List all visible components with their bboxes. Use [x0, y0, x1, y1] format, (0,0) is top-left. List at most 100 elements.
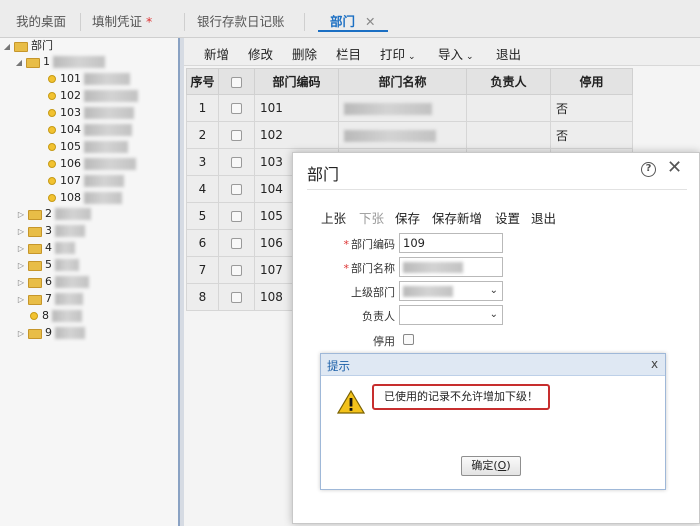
- cell-select[interactable]: [218, 283, 255, 311]
- tree-leaf[interactable]: 107: [48, 173, 124, 189]
- table-row[interactable]: 2 102 否: [186, 121, 633, 149]
- tree-node[interactable]: ▷ 6: [16, 274, 89, 290]
- prev-record-button[interactable]: 上张: [321, 208, 346, 227]
- edit-button[interactable]: 修改: [248, 44, 273, 63]
- cell-select[interactable]: [218, 94, 255, 122]
- dialog-exit-button[interactable]: 退出: [531, 208, 556, 227]
- toolbar: 新增 修改 删除 栏目 打印 ⌄ 导入 ⌄ 退出: [184, 38, 700, 66]
- expand-icon[interactable]: ▷: [16, 275, 26, 291]
- ok-button[interactable]: 确定(O): [461, 456, 521, 476]
- cell-code[interactable]: 102: [254, 121, 339, 149]
- tree-leaf[interactable]: 108: [48, 190, 122, 206]
- row-checkbox[interactable]: [231, 103, 242, 114]
- col-header-select[interactable]: [218, 68, 255, 95]
- tree-node[interactable]: ▷ 3: [16, 223, 85, 239]
- tree-leaf[interactable]: 8: [30, 308, 82, 324]
- cell-manager[interactable]: [466, 94, 551, 122]
- cell-index[interactable]: 4: [186, 175, 219, 203]
- row-checkbox[interactable]: [231, 265, 242, 276]
- settings-button[interactable]: 设置: [495, 208, 520, 227]
- cell-select[interactable]: [218, 229, 255, 257]
- cell-select[interactable]: [218, 175, 255, 203]
- tab-bank-journal[interactable]: 银行存款日记账: [197, 12, 285, 32]
- tree-node[interactable]: ▷ 7: [16, 291, 83, 307]
- collapse-icon[interactable]: ◢: [14, 55, 24, 71]
- cell-index[interactable]: 2: [186, 121, 219, 149]
- cell-disabled[interactable]: 否: [550, 121, 633, 149]
- tree-node[interactable]: ▷ 9: [16, 325, 85, 341]
- tree-leaf[interactable]: 101: [48, 71, 130, 87]
- row-checkbox[interactable]: [231, 130, 242, 141]
- expand-icon[interactable]: ▷: [16, 326, 26, 342]
- tab-voucher-entry[interactable]: 填制凭证 *: [92, 12, 152, 32]
- tree-node-1[interactable]: ◢ 1: [14, 54, 105, 70]
- cell-index[interactable]: 6: [186, 229, 219, 257]
- pane-splitter[interactable]: [178, 38, 184, 526]
- cell-index[interactable]: 3: [186, 148, 219, 176]
- tree-leaf[interactable]: 106: [48, 156, 136, 172]
- col-header-disabled[interactable]: 停用: [550, 68, 633, 95]
- col-header-index[interactable]: 序号: [186, 68, 219, 95]
- col-header-manager[interactable]: 负责人: [466, 68, 551, 95]
- tree-node[interactable]: ▷ 5: [16, 257, 79, 273]
- row-checkbox[interactable]: [231, 184, 242, 195]
- code-label-text: 部门编码: [351, 238, 395, 251]
- manager-select[interactable]: ⌄: [399, 305, 503, 325]
- tree-leaf-label: 103: [60, 106, 81, 119]
- next-record-button[interactable]: 下张: [359, 208, 384, 227]
- expand-icon[interactable]: ▷: [16, 224, 26, 240]
- row-checkbox[interactable]: [231, 292, 242, 303]
- delete-button[interactable]: 删除: [292, 44, 317, 63]
- expand-icon[interactable]: ▷: [16, 258, 26, 274]
- new-button[interactable]: 新增: [204, 44, 229, 63]
- code-field[interactable]: 109: [399, 233, 503, 253]
- import-button[interactable]: 导入 ⌄: [438, 44, 474, 63]
- tab-my-desktop[interactable]: 我的桌面: [16, 12, 66, 32]
- save-and-new-button[interactable]: 保存新增: [432, 208, 482, 227]
- row-checkbox[interactable]: [231, 211, 242, 222]
- cell-disabled[interactable]: 否: [550, 94, 633, 122]
- table-row[interactable]: 1 101 否: [186, 94, 633, 122]
- col-header-name[interactable]: 部门名称: [338, 68, 467, 95]
- cell-select[interactable]: [218, 256, 255, 284]
- cell-name[interactable]: [338, 94, 467, 122]
- col-header-code[interactable]: 部门编码: [254, 68, 339, 95]
- row-checkbox[interactable]: [231, 238, 242, 249]
- parent-department-select[interactable]: ⌄: [399, 281, 503, 301]
- columns-button[interactable]: 栏目: [336, 44, 361, 63]
- cell-index[interactable]: 1: [186, 94, 219, 122]
- tree-node[interactable]: ▷ 4: [16, 240, 75, 256]
- alert-close-icon[interactable]: x: [651, 357, 658, 371]
- tree-root[interactable]: ◢ 部门: [2, 38, 53, 54]
- tree-node[interactable]: ▷ 2: [16, 206, 91, 222]
- expand-icon[interactable]: ▷: [16, 207, 26, 223]
- name-field[interactable]: [399, 257, 503, 277]
- exit-button[interactable]: 退出: [496, 44, 521, 63]
- cell-select[interactable]: [218, 202, 255, 230]
- print-button[interactable]: 打印 ⌄: [380, 44, 416, 63]
- cell-index[interactable]: 5: [186, 202, 219, 230]
- tree-leaf[interactable]: 104: [48, 122, 132, 138]
- help-icon[interactable]: ?: [641, 162, 656, 177]
- collapse-icon[interactable]: ◢: [2, 39, 12, 55]
- cell-index[interactable]: 7: [186, 256, 219, 284]
- save-button[interactable]: 保存: [395, 208, 420, 227]
- select-all-checkbox[interactable]: [231, 76, 242, 88]
- folder-icon: [28, 294, 42, 305]
- disabled-checkbox[interactable]: [403, 334, 414, 345]
- expand-icon[interactable]: ▷: [16, 241, 26, 257]
- cell-name[interactable]: [338, 121, 467, 149]
- dialog-close-icon[interactable]: ✕: [667, 157, 682, 178]
- cell-manager[interactable]: [466, 121, 551, 149]
- tree-leaf[interactable]: 102: [48, 88, 138, 104]
- tab-department[interactable]: 部门 ✕: [318, 12, 388, 32]
- cell-index[interactable]: 8: [186, 283, 219, 311]
- cell-select[interactable]: [218, 121, 255, 149]
- cell-code[interactable]: 101: [254, 94, 339, 122]
- tab-close-icon[interactable]: ✕: [365, 14, 375, 29]
- cell-select[interactable]: [218, 148, 255, 176]
- tree-leaf[interactable]: 103: [48, 105, 134, 121]
- expand-icon[interactable]: ▷: [16, 292, 26, 308]
- row-checkbox[interactable]: [231, 157, 242, 168]
- tree-leaf[interactable]: 105: [48, 139, 128, 155]
